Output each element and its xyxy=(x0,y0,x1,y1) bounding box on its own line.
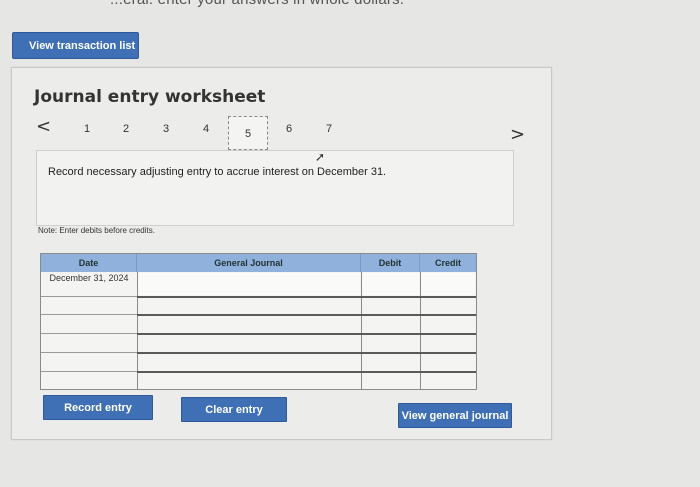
date-cell: December 31, 2024 xyxy=(49,273,129,283)
journal-input-row-1[interactable] xyxy=(138,273,360,295)
grid-line xyxy=(137,333,476,335)
page-6[interactable]: 6 xyxy=(279,123,299,135)
page-4[interactable]: 4 xyxy=(196,123,216,135)
header-credit: Credit xyxy=(420,254,476,272)
mouse-cursor-icon: ➚ xyxy=(315,150,326,164)
debit-input-row-1[interactable] xyxy=(362,273,419,295)
page-5-active[interactable]: 5 xyxy=(228,116,268,150)
journal-entry-table: Date General Journal Debit Credit Decemb… xyxy=(40,253,477,390)
page-7[interactable]: 7 xyxy=(319,123,339,135)
credit-input-row-1[interactable] xyxy=(421,273,475,295)
clear-entry-button[interactable]: Clear entry xyxy=(181,397,287,422)
grid-line xyxy=(137,314,476,316)
grid-line xyxy=(137,352,476,354)
next-page-arrow-icon[interactable]: > xyxy=(510,124,525,145)
view-general-journal-button[interactable]: View general journal xyxy=(398,403,512,428)
top-instruction-text: ...eral. enter your answers in whole dol… xyxy=(110,0,404,8)
header-debit: Debit xyxy=(361,254,420,272)
instruction-box xyxy=(36,150,514,226)
note-text: Note: Enter debits before credits. xyxy=(38,226,155,235)
record-entry-button[interactable]: Record entry xyxy=(43,395,153,420)
prev-page-arrow-icon[interactable]: < xyxy=(36,116,51,137)
page-2[interactable]: 2 xyxy=(116,123,136,135)
view-transaction-list-button[interactable]: View transaction list xyxy=(12,32,139,59)
grid-line xyxy=(137,371,476,373)
header-date: Date xyxy=(41,254,137,272)
page-1[interactable]: 1 xyxy=(77,123,97,135)
instruction-text: Record necessary adjusting entry to accr… xyxy=(48,166,387,178)
grid-line xyxy=(137,296,476,298)
worksheet-title: Journal entry worksheet xyxy=(34,87,266,107)
header-general-journal: General Journal xyxy=(137,254,361,272)
page-3[interactable]: 3 xyxy=(156,123,176,135)
